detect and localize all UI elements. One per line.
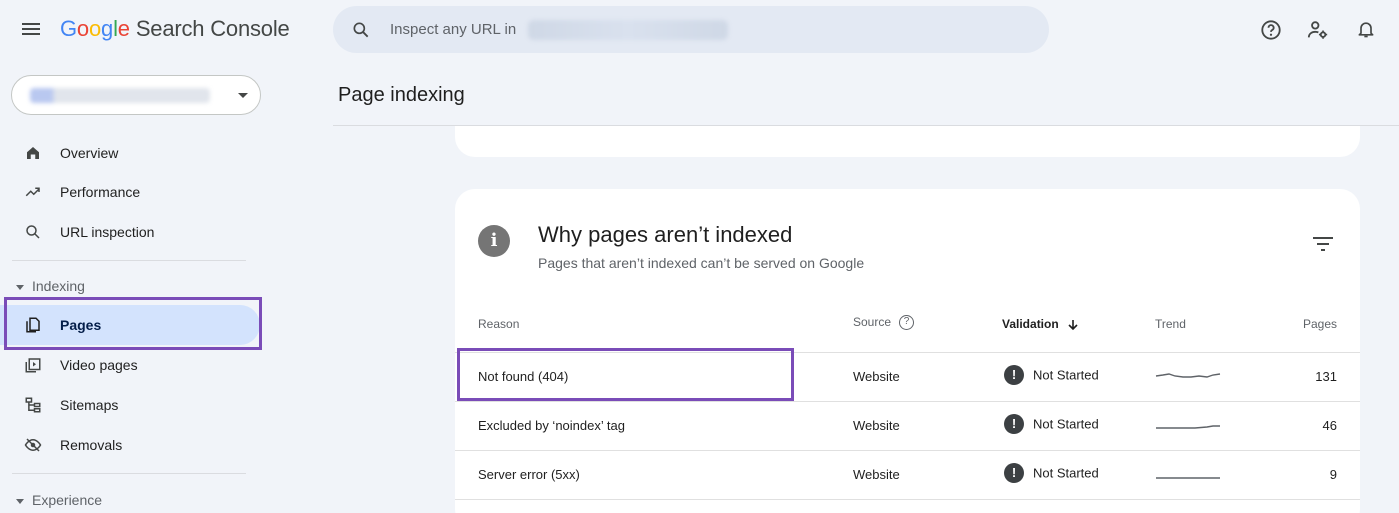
- sort-arrow-down-icon: [1068, 319, 1078, 330]
- sidebar-item-label: URL inspection: [60, 224, 155, 240]
- logo-letter: o: [76, 16, 89, 41]
- highlight-box-not-found: [457, 348, 794, 401]
- video-pages-icon: [25, 358, 41, 373]
- product-logo[interactable]: Google Search Console: [60, 16, 290, 42]
- filter-line: [1313, 237, 1333, 239]
- cell-reason: Server error (5xx): [478, 467, 580, 482]
- filter-line: [1317, 243, 1329, 245]
- dropdown-caret-icon: [238, 93, 248, 98]
- logo-letter: G: [60, 16, 77, 41]
- info-icon: i: [478, 225, 510, 257]
- card-subtitle: Pages that aren’t indexed can’t be serve…: [538, 255, 865, 271]
- table-row[interactable]: Server error (5xx) Website ! Not Started …: [455, 450, 1360, 499]
- collapse-arrow-icon: [16, 284, 24, 290]
- trending-icon: [25, 187, 40, 197]
- search-icon: [26, 225, 40, 239]
- cell-source: Website: [853, 418, 900, 433]
- removals-icon: [24, 438, 42, 452]
- url-inspection-search[interactable]: Inspect any URL in: [333, 6, 1049, 53]
- cell-validation: ! Not Started: [1004, 365, 1099, 385]
- sidebar-item-label: Video pages: [60, 357, 138, 373]
- sidebar-item-url-inspection[interactable]: URL inspection: [0, 212, 260, 252]
- property-selector[interactable]: [11, 75, 261, 115]
- cell-reason: Excluded by ‘noindex’ tag: [478, 418, 625, 433]
- redacted-property-name: [528, 20, 728, 40]
- column-header-label: Reason: [478, 317, 520, 331]
- column-header-label: Source: [853, 315, 892, 329]
- trend-sparkline: [1156, 477, 1220, 479]
- sidebar-item-label: Performance: [60, 184, 141, 200]
- alert-icon: !: [1004, 463, 1024, 483]
- column-header-label: Trend: [1155, 317, 1186, 331]
- sitemap-icon: [25, 397, 41, 413]
- card-title: Why pages aren’t indexed: [538, 222, 793, 247]
- previous-card-bottom: [455, 126, 1360, 157]
- sidebar-item-overview[interactable]: Overview: [0, 133, 260, 173]
- menu-icon-bar: [22, 28, 40, 30]
- filter-line: [1321, 249, 1325, 251]
- help-icon[interactable]: ?: [899, 315, 915, 331]
- section-label: Indexing: [32, 278, 85, 294]
- main-menu-button[interactable]: [20, 20, 42, 42]
- sidebar-divider: [12, 260, 246, 261]
- cell-validation: ! Not Started: [1004, 463, 1099, 483]
- sidebar-item-label: Sitemaps: [60, 397, 119, 413]
- admin-settings-icon[interactable]: [1306, 19, 1330, 41]
- validation-status: Not Started: [1033, 367, 1099, 383]
- column-header-label: Validation: [1002, 317, 1059, 331]
- cell-source: Website: [853, 369, 900, 384]
- validation-status: Not Started: [1033, 465, 1099, 481]
- column-header-trend[interactable]: Trend: [1155, 317, 1186, 331]
- product-name: Search Console: [135, 16, 290, 41]
- search-placeholder: Inspect any URL in: [390, 21, 517, 38]
- column-header-validation[interactable]: Validation: [1002, 317, 1079, 331]
- home-icon: [27, 147, 39, 159]
- cell-source: Website: [853, 467, 900, 482]
- alert-icon: !: [1004, 414, 1024, 434]
- validation-status: Not Started: [1033, 416, 1099, 432]
- logo-letter: o: [88, 16, 102, 41]
- page-title: Page indexing: [338, 84, 465, 106]
- highlight-box-pages: [4, 297, 262, 350]
- section-label: Experience: [32, 492, 103, 508]
- trend-sparkline: [1155, 373, 1221, 378]
- sidebar-section-indexing[interactable]: Indexing: [16, 278, 85, 294]
- logo-letter: g: [101, 16, 114, 41]
- cell-pages: 131: [1315, 369, 1337, 384]
- column-header-source[interactable]: Source?: [853, 315, 915, 331]
- help-icon[interactable]: [1260, 19, 1282, 41]
- collapse-arrow-icon: [16, 498, 24, 504]
- column-header-reason[interactable]: Reason: [478, 317, 519, 331]
- logo-letter: e: [117, 16, 130, 41]
- sidebar-item-performance[interactable]: Performance: [0, 172, 260, 212]
- sidebar-item-label: Removals: [60, 437, 123, 453]
- table-row[interactable]: Excluded by ‘noindex’ tag Website ! Not S…: [455, 401, 1360, 450]
- sidebar-item-video-pages[interactable]: Video pages: [0, 345, 260, 385]
- sidebar-item-sitemaps[interactable]: Sitemaps: [0, 385, 260, 425]
- filter-icon[interactable]: [1313, 236, 1333, 252]
- notifications-bell-icon[interactable]: [1356, 18, 1376, 40]
- sidebar-item-removals[interactable]: Removals: [0, 425, 260, 465]
- cell-pages: 9: [1329, 467, 1337, 482]
- table-row[interactable]: [455, 499, 1360, 513]
- trend-sparkline: [1156, 425, 1220, 429]
- menu-icon-bar: [22, 33, 40, 35]
- alert-icon: !: [1004, 365, 1024, 385]
- column-header-pages[interactable]: Pages: [1303, 317, 1337, 331]
- column-header-label: Pages: [1303, 317, 1338, 331]
- cell-validation: ! Not Started: [1004, 414, 1099, 434]
- sidebar-item-label: Overview: [60, 145, 119, 161]
- redacted-property: [30, 88, 210, 103]
- sidebar-section-experience[interactable]: Experience: [16, 492, 102, 508]
- top-bar: Google Search Console Inspect any URL in: [0, 0, 1399, 62]
- search-icon: [353, 22, 369, 38]
- menu-icon-bar: [22, 23, 40, 25]
- cell-pages: 46: [1322, 418, 1337, 433]
- sidebar-divider: [12, 473, 246, 474]
